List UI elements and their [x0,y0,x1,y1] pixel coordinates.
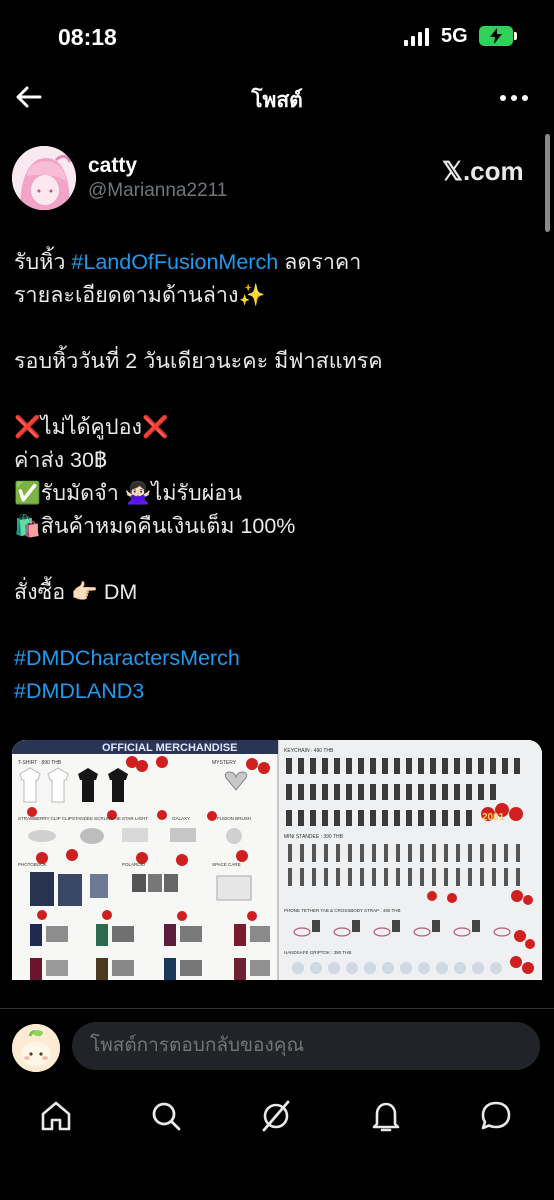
post-line: ❌ไม่ได้คูปอง❌ [14,411,534,444]
search-icon [152,1102,181,1131]
battery-tip [514,32,517,40]
home-icon [41,1101,71,1131]
avatar-illustration [12,146,76,210]
grok-icon [262,1100,290,1132]
tab-notifications[interactable] [368,1098,404,1134]
author-avatar[interactable] [12,146,76,210]
hashtag-link[interactable]: #DMDCharactersMerch [14,642,534,675]
scrollbar[interactable] [545,134,550,232]
hashtag-link[interactable]: #LandOfFusionMerch [71,250,278,274]
author-handle[interactable]: @Marianna2211 [88,180,227,202]
product-label: KEYCHAIN : 490 THB [284,748,334,754]
tab-search[interactable] [148,1098,184,1134]
network-label: 5G [441,25,468,47]
more-options-button[interactable] [498,86,530,110]
post-text-segment: ไม่ได้คูปอง [40,415,142,439]
post-text-segment: รับหิ้ว [14,250,72,274]
product-label: GALAXY [172,816,190,821]
reply-input[interactable] [72,1022,540,1070]
product-label: T-SHIRT : 890 THB [18,760,62,766]
product-label: HANDSAFE GRIPTOK : 390 THB [284,950,351,955]
product-label: SPACE CARE [212,862,241,867]
product-label: FUSION BRUSH [217,816,251,821]
post-line: สั่งซื้อ 👉🏻 DM [14,580,138,604]
tab-grok[interactable] [258,1098,294,1134]
post-media-image[interactable]: OFFICIAL MERCHANDISE T-SHIRT : 890 THB M… [12,740,542,980]
cross-mark-icon: ❌ [14,415,41,439]
product-label: STRAWBERRY CLIP CLIP [18,816,72,821]
author-name[interactable]: catty [88,154,137,178]
notifications-icon [372,1102,400,1132]
post-line: 🛍️สินค้าหมดคืนเงินเต็ม 100% [14,514,296,538]
post-line: รายละเอียดตามด้านล่าง✨ [14,283,266,307]
post-text-segment: ลดราคา [278,250,362,274]
product-label: POLAROID [122,862,146,867]
battery-icon [479,26,513,46]
cross-mark-icon: ❌ [141,415,169,439]
product-label: STAR LIGHT [122,816,148,821]
post-line: รอบหิ้ววันที่ 2 วันเดียวนะคะ มีฟาสแทรค [14,349,383,373]
status-time: 08:18 [58,24,117,50]
source-label: 𝕏.com [442,156,524,186]
post-line: รับหิ้ว #LandOfFusionMerch ลดราคา [14,246,534,279]
post-line: ค่าส่ง 30฿ [14,448,108,472]
banner-text: OFFICIAL MERCHANDISE [102,742,237,754]
hashtag-link[interactable]: #DMDLAND3 [14,675,534,708]
tab-messages[interactable] [478,1098,514,1134]
signal-icon [404,28,429,46]
post-line: ✅รับมัดจำ 🙅🏻‍♀️ไม่รับผ่อน [14,481,242,505]
product-label: PHOTOBOOK [18,862,47,867]
post-text: รับหิ้ว #LandOfFusionMerch ลดราคา รายละเ… [14,246,534,708]
page-title: โพสต์ [251,89,303,112]
merch-catalog-image: OFFICIAL MERCHANDISE T-SHIRT : 890 THB M… [12,740,542,980]
more-icon [500,95,528,101]
current-user-avatar[interactable] [12,1024,60,1072]
product-label: MINI STANDEE : 390 THB [284,834,344,840]
product-label: PHONE TETHER TAB & CROSSBODY STRAP : 490… [284,908,401,913]
avatar-illustration [12,1024,60,1072]
product-label: MYSTERY [212,760,237,766]
tab-home[interactable] [38,1098,74,1134]
product-label: STANDEE SCRUNCHIE [72,816,121,821]
sale-tag: 2001 [482,812,505,823]
messages-icon [481,1101,511,1130]
